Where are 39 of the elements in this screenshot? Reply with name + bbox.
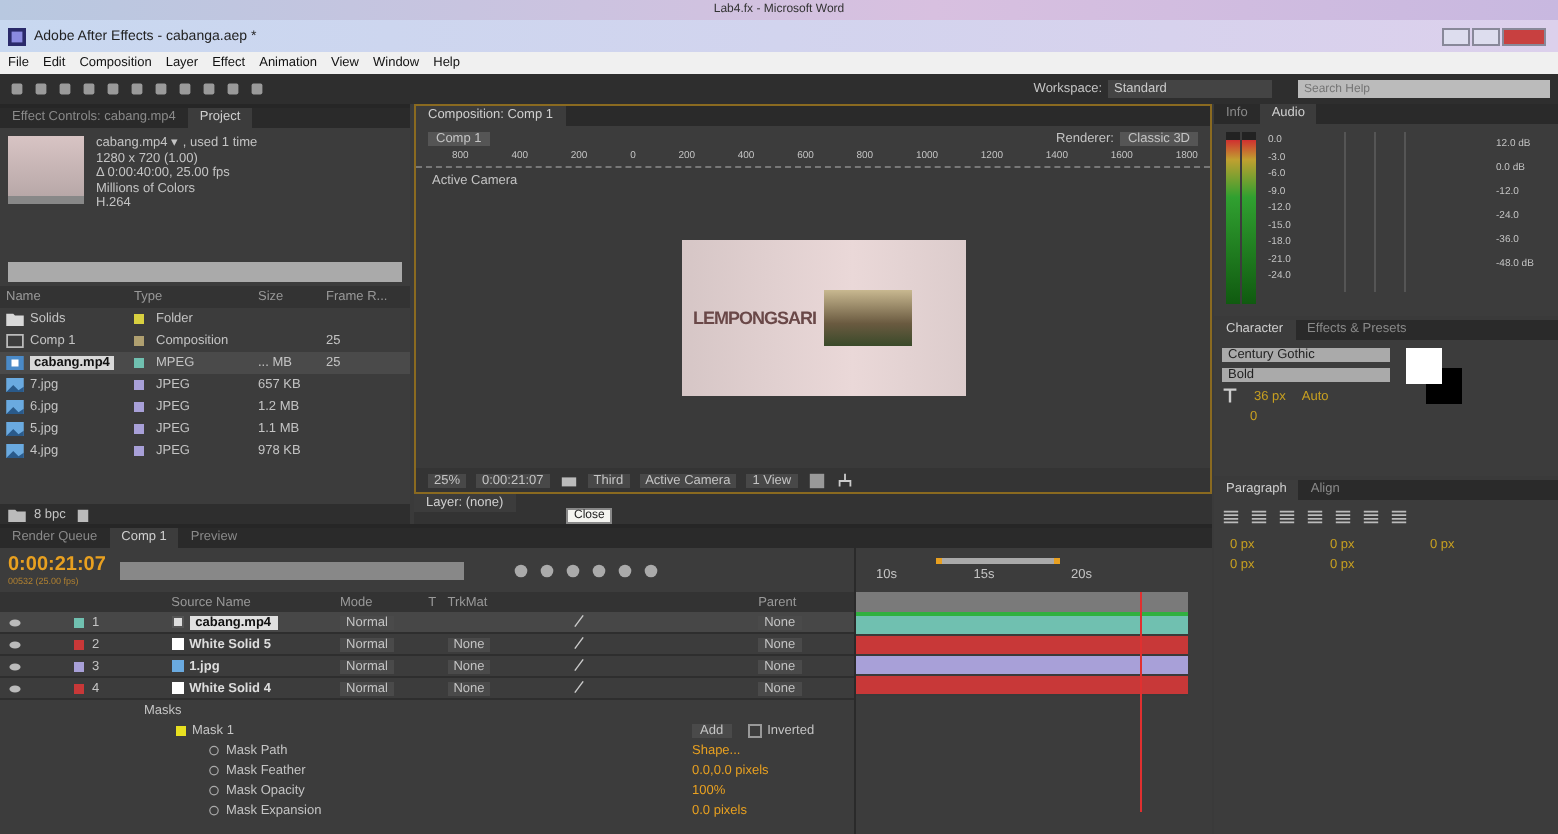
title-text: LEMPONGSARI	[693, 308, 817, 328]
align-icon[interactable]	[1390, 508, 1408, 526]
image-icon	[171, 660, 184, 672]
align-icon[interactable]	[1222, 508, 1240, 526]
app-logo-icon	[8, 27, 26, 45]
minimize-button[interactable]	[1442, 27, 1470, 45]
font-size-icon	[1222, 388, 1238, 404]
mask-color[interactable]	[176, 725, 186, 735]
layer-search-field[interactable]	[120, 561, 464, 579]
image-icon	[6, 378, 24, 392]
label-color[interactable]	[74, 661, 84, 671]
photo-placeholder	[824, 290, 913, 346]
comp-icon	[6, 334, 24, 348]
align-icon[interactable]	[1334, 508, 1352, 526]
layer-duration-bar[interactable]	[856, 616, 1188, 636]
image-icon	[6, 422, 24, 436]
close-button[interactable]	[1502, 27, 1546, 45]
maximize-button[interactable]	[1472, 27, 1500, 45]
align-icon[interactable]	[1250, 508, 1268, 526]
align-icon[interactable]	[1278, 508, 1296, 526]
solid-icon	[171, 638, 184, 650]
image-icon	[6, 444, 24, 458]
label-color[interactable]	[74, 683, 84, 693]
footage-thumbnail	[8, 136, 84, 204]
align-icon[interactable]	[1306, 508, 1324, 526]
solid-icon	[171, 682, 184, 694]
folder-icon	[6, 312, 24, 326]
image-icon	[6, 400, 24, 414]
footage-icon	[171, 616, 184, 628]
fill-stroke-swatch[interactable]	[1406, 348, 1466, 408]
align-icon[interactable]	[1362, 508, 1380, 526]
video-icon	[6, 356, 24, 370]
label-color[interactable]	[74, 639, 84, 649]
layer-duration-bar[interactable]	[856, 656, 1188, 676]
inverted-checkbox[interactable]	[747, 723, 762, 737]
timecode[interactable]: 0:00:21:07	[8, 554, 112, 576]
project-search-field[interactable]	[8, 262, 402, 282]
flowchart-icon[interactable]	[835, 471, 854, 489]
label-color[interactable]	[74, 617, 84, 627]
